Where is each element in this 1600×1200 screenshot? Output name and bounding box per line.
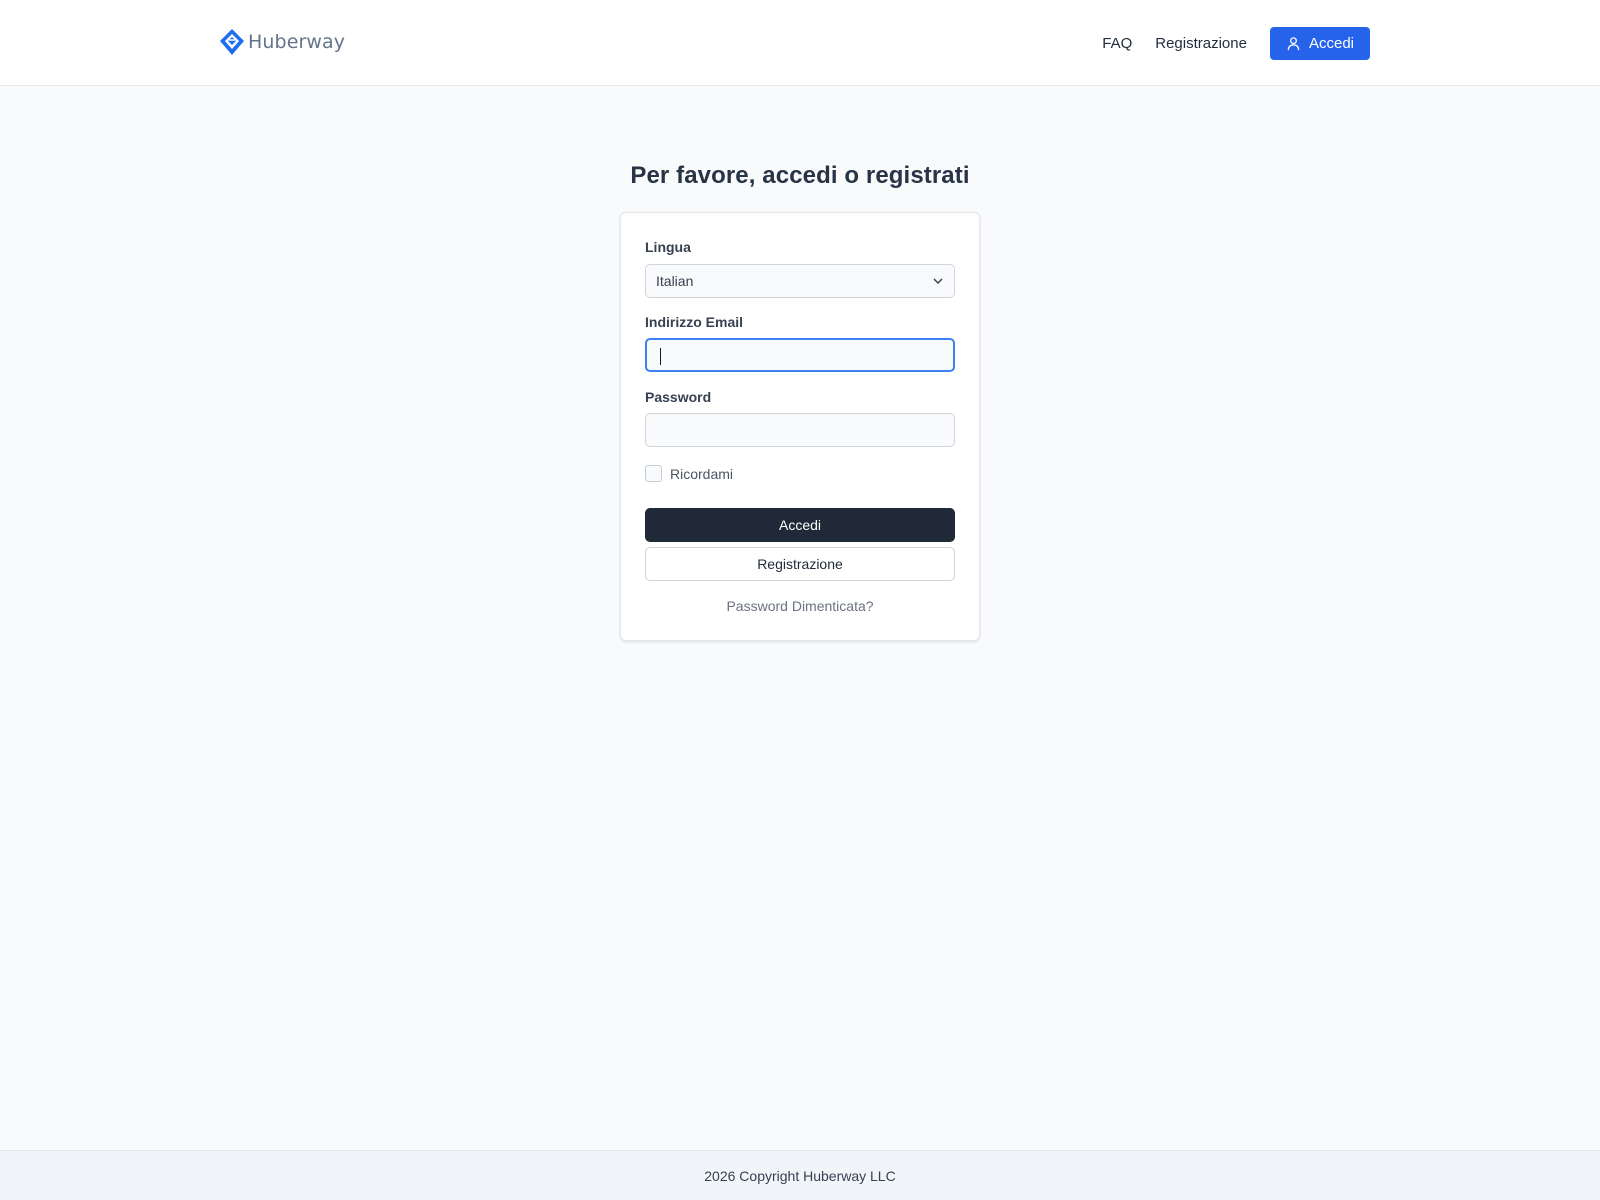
language-select-value: Italian: [656, 273, 694, 289]
password-label: Password: [645, 389, 712, 405]
login-button[interactable]: Accedi: [645, 508, 955, 542]
login-card: Lingua Italian Indirizzo Email Password …: [620, 212, 980, 641]
password-input[interactable]: [645, 413, 955, 447]
header-nav: FAQ Registrazione Accedi: [1102, 26, 1370, 60]
remember-me-toggle[interactable]: Ricordami: [645, 465, 733, 482]
top-navbar: Huberway FAQ Registrazione Accedi: [0, 0, 1600, 86]
forgot-password-link[interactable]: Password Dimenticata?: [621, 598, 979, 614]
brand-logo-link[interactable]: Huberway: [219, 27, 345, 57]
page-title: Per favore, accedi o registrati: [630, 162, 970, 189]
remember-me-checkbox[interactable]: [645, 465, 662, 482]
language-label: Lingua: [645, 239, 691, 255]
text-caret: [660, 348, 661, 365]
nav-register-link[interactable]: Registrazione: [1155, 35, 1247, 52]
nav-login-label: Accedi: [1308, 34, 1354, 52]
nav-faq-link[interactable]: FAQ: [1102, 35, 1132, 52]
chevron-down-icon: [932, 275, 944, 287]
remember-me-label: Ricordami: [670, 465, 734, 482]
user-icon: [1286, 36, 1301, 51]
page-footer: 2026 Copyright Huberway LLC: [0, 1150, 1600, 1200]
huberway-logo-icon: [219, 28, 245, 56]
brand-name: Huberway: [248, 31, 346, 53]
email-label: Indirizzo Email: [645, 314, 744, 330]
footer-copyright: 2026 Copyright Huberway LLC: [704, 1167, 896, 1184]
nav-login-button[interactable]: Accedi: [1269, 26, 1370, 60]
language-select[interactable]: Italian: [645, 264, 955, 298]
email-input[interactable]: [645, 338, 955, 372]
register-button[interactable]: Registrazione: [645, 547, 955, 581]
